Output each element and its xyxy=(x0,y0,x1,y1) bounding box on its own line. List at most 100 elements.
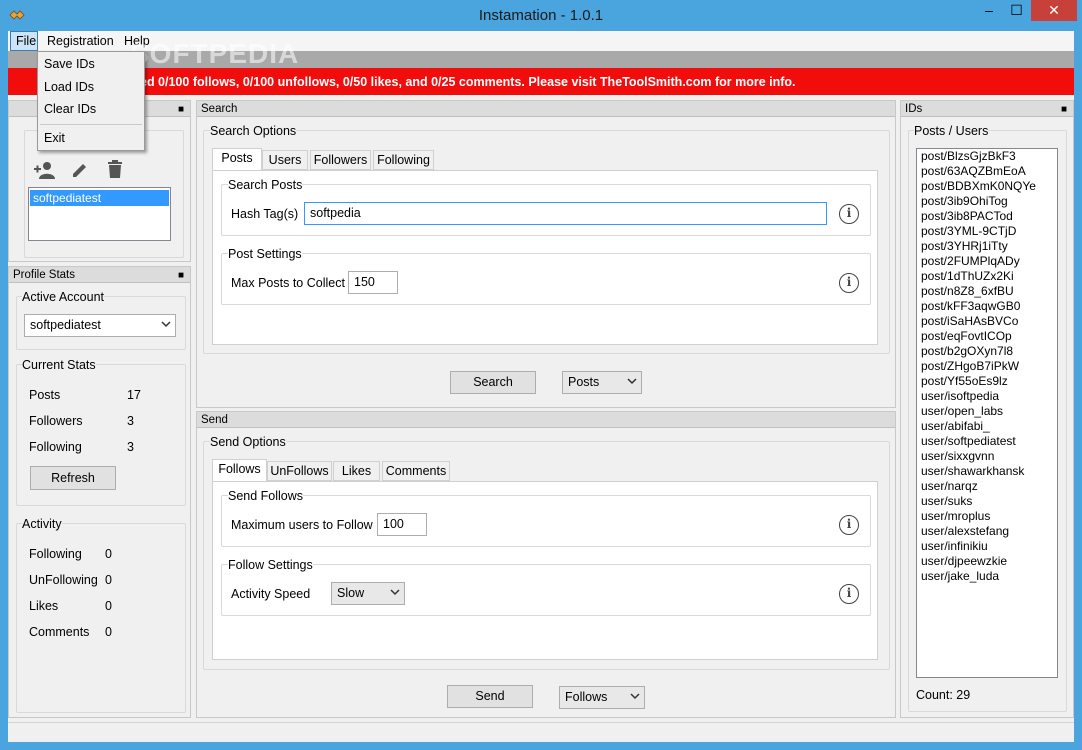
trash-icon[interactable] xyxy=(106,159,124,179)
activity-speed-select[interactable]: Slow xyxy=(331,582,405,605)
trial-banner-text: ed 0/100 follows, 0/100 unfollows, 0/50 … xyxy=(140,75,796,89)
list-item[interactable]: user/softpediatest xyxy=(917,434,1057,449)
tab-comments[interactable]: Comments xyxy=(382,461,450,481)
add-user-icon[interactable] xyxy=(33,160,57,180)
list-item[interactable]: user/narqz xyxy=(917,479,1057,494)
list-item[interactable]: post/2FUMPlqADy xyxy=(917,254,1057,269)
max-posts-input[interactable]: 150 xyxy=(348,271,398,294)
act-likes-value: 0 xyxy=(105,599,112,613)
list-item[interactable]: post/63AQZBmEoA xyxy=(917,164,1057,179)
list-item[interactable]: user/infinikiu xyxy=(917,539,1057,554)
list-item[interactable]: post/n8Z8_6xfBU xyxy=(917,284,1057,299)
followers-label: Followers xyxy=(29,414,83,428)
hashtag-label: Hash Tag(s) xyxy=(231,207,299,221)
act-comments-value: 0 xyxy=(105,625,112,639)
accounts-list[interactable]: softpediatest xyxy=(28,187,171,241)
list-item[interactable]: post/3YHRj1iTty xyxy=(917,239,1057,254)
list-item[interactable]: user/suks xyxy=(917,494,1057,509)
posts-label: Posts xyxy=(29,388,61,402)
list-item[interactable]: softpediatest xyxy=(30,190,169,206)
max-users-label: Maximum users to Follow xyxy=(231,518,373,532)
file-menu-dropdown: Save IDs Load IDs Clear IDs Exit xyxy=(37,51,145,151)
list-item[interactable]: user/open_labs xyxy=(917,404,1057,419)
act-likes-label: Likes xyxy=(29,599,59,613)
send-options-label: Send Options xyxy=(210,435,286,449)
send-button[interactable]: Send xyxy=(447,685,533,708)
list-item[interactable]: post/3ib8PACTod xyxy=(917,209,1057,224)
status-bar xyxy=(8,722,1074,742)
list-item[interactable]: post/BlzsGjzBkF3 xyxy=(917,149,1057,164)
maximize-button[interactable]: ☐ xyxy=(1003,0,1030,21)
send-follows-label: Send Follows xyxy=(228,489,304,503)
tab-posts[interactable]: Posts xyxy=(212,148,262,170)
ids-list[interactable]: post/BlzsGjzBkF3 post/63AQZBmEoA post/BDBX… xyxy=(916,148,1058,678)
send-panel-header: Send xyxy=(197,412,895,428)
watermark: SOFTPEDIA xyxy=(130,38,300,69)
list-item[interactable]: post/3YML-9CTjD xyxy=(917,224,1057,239)
pencil-icon[interactable] xyxy=(70,160,90,180)
ids-panel-header: IDs xyxy=(905,103,923,115)
chevron-down-icon xyxy=(390,589,400,596)
close-button[interactable]: ✕ xyxy=(1031,0,1077,21)
menu-exit[interactable]: Exit xyxy=(44,131,65,145)
list-item[interactable]: user/mroplus xyxy=(917,509,1057,524)
menu-save-ids[interactable]: Save IDs xyxy=(44,57,95,71)
menu-separator xyxy=(40,124,142,125)
act-unfollowing-label: UnFollowing xyxy=(29,573,98,587)
list-item[interactable]: post/b2gOXyn7l8 xyxy=(917,344,1057,359)
menu-file[interactable]: File xyxy=(10,31,38,51)
active-account-select[interactable]: softpediatest xyxy=(24,314,176,337)
pin-icon[interactable]: ■ xyxy=(178,102,184,118)
hashtag-input[interactable]: softpedia xyxy=(304,202,827,225)
search-mode-value: Posts xyxy=(568,375,600,389)
list-item[interactable]: post/1dThUZx2Ki xyxy=(917,269,1057,284)
info-icon[interactable]: i xyxy=(839,515,859,535)
send-mode-select[interactable]: Follows xyxy=(559,686,645,709)
search-options-label: Search Options xyxy=(210,124,297,138)
list-item[interactable]: user/jake_luda xyxy=(917,569,1057,584)
act-following-value: 0 xyxy=(105,547,112,561)
menu-clear-ids[interactable]: Clear IDs xyxy=(44,102,96,116)
info-icon[interactable]: i xyxy=(839,273,859,293)
act-comments-label: Comments xyxy=(29,625,90,639)
followers-value: 3 xyxy=(127,414,134,428)
activity-speed-value: Slow xyxy=(337,586,365,600)
search-mode-select[interactable]: Posts xyxy=(562,371,642,394)
list-item[interactable]: post/BDBXmK0NQYe xyxy=(917,179,1057,194)
menu-load-ids[interactable]: Load IDs xyxy=(44,80,94,94)
list-item[interactable]: post/kFF3aqwGB0 xyxy=(917,299,1057,314)
info-icon[interactable]: i xyxy=(839,584,859,604)
tab-followers[interactable]: Followers xyxy=(310,150,371,170)
refresh-button[interactable]: Refresh xyxy=(30,466,116,490)
tab-follows[interactable]: Follows xyxy=(212,459,267,481)
active-account-label: Active Account xyxy=(22,290,104,304)
max-users-input[interactable]: 100 xyxy=(377,513,427,536)
tab-following[interactable]: Following xyxy=(373,150,434,170)
list-item[interactable]: user/djpeewzkie xyxy=(917,554,1057,569)
search-button[interactable]: Search xyxy=(450,371,536,394)
pin-icon[interactable]: ■ xyxy=(1061,102,1067,118)
list-item[interactable]: post/ZHgoB7iPkW xyxy=(917,359,1057,374)
list-item[interactable]: user/isoftpedia xyxy=(917,389,1057,404)
list-item[interactable]: user/alexstefang xyxy=(917,524,1057,539)
list-item[interactable]: user/abifabi_ xyxy=(917,419,1057,434)
list-item[interactable]: post/3ib9OhiTog xyxy=(917,194,1057,209)
active-account-value: softpediatest xyxy=(30,318,101,332)
send-mode-value: Follows xyxy=(565,690,608,704)
list-item[interactable]: user/shawarkhansk xyxy=(917,464,1057,479)
list-item[interactable]: post/iSaHAsBVCo xyxy=(917,314,1057,329)
list-item[interactable]: post/eqFovtICOp xyxy=(917,329,1057,344)
minimize-button[interactable]: – xyxy=(975,0,1003,21)
act-following-label: Following xyxy=(29,547,82,561)
menu-registration[interactable]: Registration xyxy=(42,31,119,51)
info-icon[interactable]: i xyxy=(839,204,859,224)
chevron-down-icon xyxy=(161,321,171,328)
window-title: Instamation - 1.0.1 xyxy=(478,7,604,24)
list-item[interactable]: user/sixxgvnn xyxy=(917,449,1057,464)
tab-unfollows[interactable]: UnFollows xyxy=(267,461,332,481)
pin-icon[interactable]: ■ xyxy=(178,268,184,284)
following-value: 3 xyxy=(127,440,134,454)
list-item[interactable]: post/Yf55oEs9lz xyxy=(917,374,1057,389)
tab-likes[interactable]: Likes xyxy=(333,461,380,481)
tab-users[interactable]: Users xyxy=(262,150,308,170)
